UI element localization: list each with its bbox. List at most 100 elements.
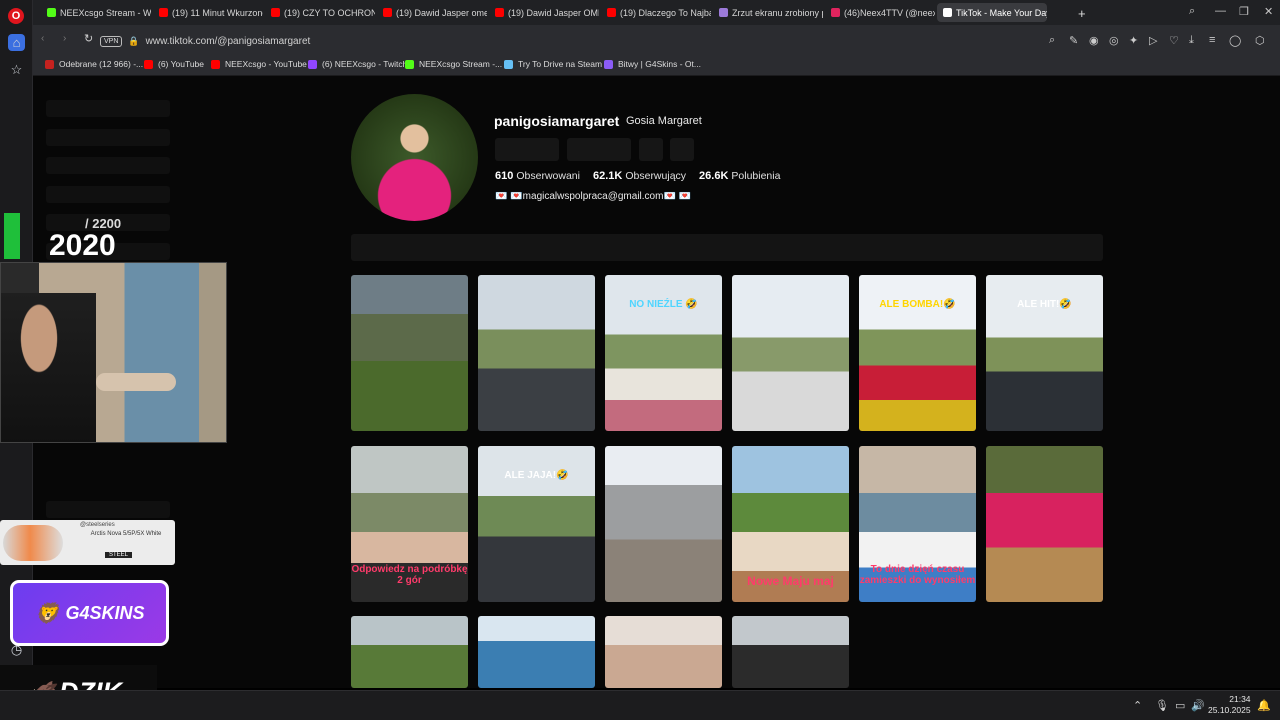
steelseries-ad: @steelseries Arctis Nova 5/5P/5X White S… (0, 520, 175, 565)
back-icon[interactable]: ‹ (41, 33, 44, 44)
bookmark-item[interactable]: Bitwy | G4Skins - Ot... (604, 59, 701, 69)
video-thumbnail[interactable] (732, 275, 849, 431)
bookmark-favicon-icon (211, 59, 220, 69)
profile-icon[interactable]: ◯ (1229, 34, 1241, 47)
browser-tab[interactable]: (46)Neex4TTV (@neex4tt (825, 3, 935, 22)
microphone-icon[interactable]: 🎙 (1155, 699, 1169, 712)
g4skins-badge: 🦁 G4SKINS (10, 580, 169, 646)
bookmark-label: (6) NEEXcsgo - Twitch (322, 59, 408, 69)
extensions-icon[interactable]: ✦ (1129, 34, 1138, 47)
skeleton-line (46, 501, 170, 518)
bookmark-item[interactable]: Try To Drive na Steam (504, 59, 602, 69)
tab-favicon-icon (607, 8, 616, 17)
followers-stat[interactable]: 62.1K Obserwujący (593, 170, 686, 182)
star-icon[interactable]: ☆ (8, 61, 25, 78)
video-thumbnail[interactable]: ALE BOMBA!🤣 (859, 275, 976, 431)
heart-icon[interactable]: ♡ (1169, 34, 1179, 47)
opera-logo-icon[interactable]: O (8, 8, 24, 24)
video-caption: NO NIEŹLE 🤣 (629, 299, 698, 310)
video-caption: ALE JAJA!🤣 (504, 470, 569, 481)
menu-icon[interactable]: ≡ (1209, 34, 1215, 46)
edit-icon[interactable]: ✎ (1069, 34, 1078, 47)
bookmark-label: Try To Drive na Steam (518, 59, 603, 69)
share-button-placeholder[interactable] (670, 138, 694, 161)
bookmark-favicon-icon (405, 59, 414, 69)
video-thumbnail[interactable]: ALE JAJA!🤣 (478, 446, 595, 602)
following-label: Obserwowani (516, 170, 580, 182)
likes-label: Polubienia (731, 170, 781, 182)
browser-tab[interactable]: (19) Dawid Jasper OMEGL (489, 3, 599, 22)
profile-username: panigosiamargaret (494, 113, 620, 129)
browser-tab[interactable]: (19) 11 Minut Wkurzonego (153, 3, 263, 22)
follow-button-placeholder[interactable] (495, 138, 559, 161)
windows-taskbar: ⌃ 🎙 ▭ 🔊 21:34 25.10.2025 🔔 (0, 690, 1280, 720)
vpn-badge[interactable]: VPN (100, 35, 123, 47)
profile-nickname: Gosia Margaret (626, 115, 702, 127)
cube-icon[interactable]: ⬡ (1255, 34, 1265, 47)
search-icon[interactable]: ⌕ (1049, 34, 1055, 47)
message-button-placeholder[interactable] (567, 138, 631, 161)
close-icon[interactable]: ✕ (1264, 5, 1273, 18)
profile-bio: 💌 💌magicalwspolpraca@gmail.com💌 💌 (495, 191, 692, 202)
video-thumbnail[interactable]: ALE HIT!🤣 (986, 275, 1103, 431)
bookmark-item[interactable]: NEEXcsgo Stream -... (405, 59, 502, 69)
video-thumbnail[interactable]: To dnie dzięń czasu zamieszki do wynosił… (859, 446, 976, 602)
tab-favicon-icon (271, 8, 280, 17)
browser-tab[interactable]: (19) Dawid Jasper omegle (377, 3, 487, 22)
browser-tab[interactable]: (19) Dlaczego To Najbard (601, 3, 711, 22)
video-thumbnail[interactable] (351, 616, 468, 688)
address-bar: ‹ › ↻ VPN 🔒 www.tiktok.com/@panigosiamar… (33, 25, 1280, 56)
clock[interactable]: 21:34 25.10.2025 (1208, 694, 1251, 716)
browser-tab[interactable]: Zrzut ekranu zrobiony prz (713, 3, 823, 22)
new-tab-button[interactable]: + (1078, 6, 1086, 21)
video-thumbnail[interactable] (986, 446, 1103, 602)
network-icon[interactable]: ▭ (1175, 699, 1185, 712)
home-icon[interactable]: ⌂ (8, 34, 25, 51)
browser-tab[interactable]: TikTok - Make Your Day (937, 3, 1047, 22)
download-icon[interactable]: ⤓ (1189, 34, 1194, 47)
video-caption: ALE HIT!🤣 (1017, 299, 1072, 310)
video-thumbnail[interactable] (351, 275, 468, 431)
video-thumbnail[interactable] (478, 616, 595, 688)
lock-icon[interactable]: 🔒 (128, 36, 139, 47)
video-thumbnail[interactable] (605, 616, 722, 688)
video-thumbnail[interactable]: Odpowiedz na podróbkę 2 gór (351, 446, 468, 602)
tab-favicon-icon (495, 8, 504, 17)
player-icon[interactable]: ▷ (1149, 34, 1157, 47)
video-thumbnail[interactable] (605, 446, 722, 602)
forward-icon[interactable]: › (63, 33, 66, 44)
browser-tab[interactable]: (19) CZY TO OCHRONI CI (265, 3, 375, 22)
reload-icon[interactable]: ↻ (84, 32, 93, 45)
search-tabs-icon[interactable]: ⌕ (1189, 5, 1195, 18)
video-thumbnail[interactable]: NO NIEŹLE 🤣 (605, 275, 722, 431)
bookmark-item[interactable]: NEEXcsgo - YouTube (211, 59, 307, 69)
bookmark-item[interactable]: (6) YouTube (144, 59, 204, 69)
video-thumbnail[interactable]: Nowe Maju maj (732, 446, 849, 602)
tray-chevron-icon[interactable]: ⌃ (1133, 699, 1142, 712)
following-stat[interactable]: 610 Obserwowani (495, 170, 580, 182)
camera-icon[interactable]: ◉ (1089, 34, 1099, 47)
volume-icon[interactable]: 🔊 (1191, 699, 1205, 712)
add-friend-button-placeholder[interactable] (639, 138, 663, 161)
bookmark-label: NEEXcsgo Stream -... (419, 59, 503, 69)
video-thumbnail[interactable] (732, 616, 849, 688)
notifications-icon[interactable]: 🔔 (1257, 699, 1271, 712)
tab-label: (46)Neex4TTV (@neex4tt (844, 7, 935, 18)
url-text[interactable]: www.tiktok.com/@panigosiamargaret (146, 36, 311, 47)
screenshot-icon[interactable]: ◎ (1109, 34, 1119, 47)
tab-bar-placeholder (351, 234, 1103, 261)
skeleton-line (46, 186, 170, 203)
bookmark-item[interactable]: (6) NEEXcsgo - Twitch (308, 59, 407, 69)
bookmark-favicon-icon (504, 59, 513, 69)
video-thumbnail[interactable] (478, 275, 595, 431)
browser-tab[interactable]: NEEXcsgo Stream - Watch (41, 3, 151, 22)
restore-icon[interactable]: ❐ (1239, 5, 1249, 18)
bookmark-favicon-icon (45, 59, 54, 69)
minimize-icon[interactable]: — (1215, 5, 1226, 17)
bookmark-item[interactable]: Odebrane (12 966) -... (45, 59, 143, 69)
video-caption: To dnie dzięń czasu zamieszki do wynosił… (859, 564, 976, 586)
url-field[interactable]: VPN 🔒 www.tiktok.com/@panigosiamargaret (100, 31, 1040, 51)
steel-brand: @steelseries (80, 522, 115, 528)
profile-avatar[interactable] (351, 94, 478, 221)
bookmark-favicon-icon (604, 59, 613, 69)
